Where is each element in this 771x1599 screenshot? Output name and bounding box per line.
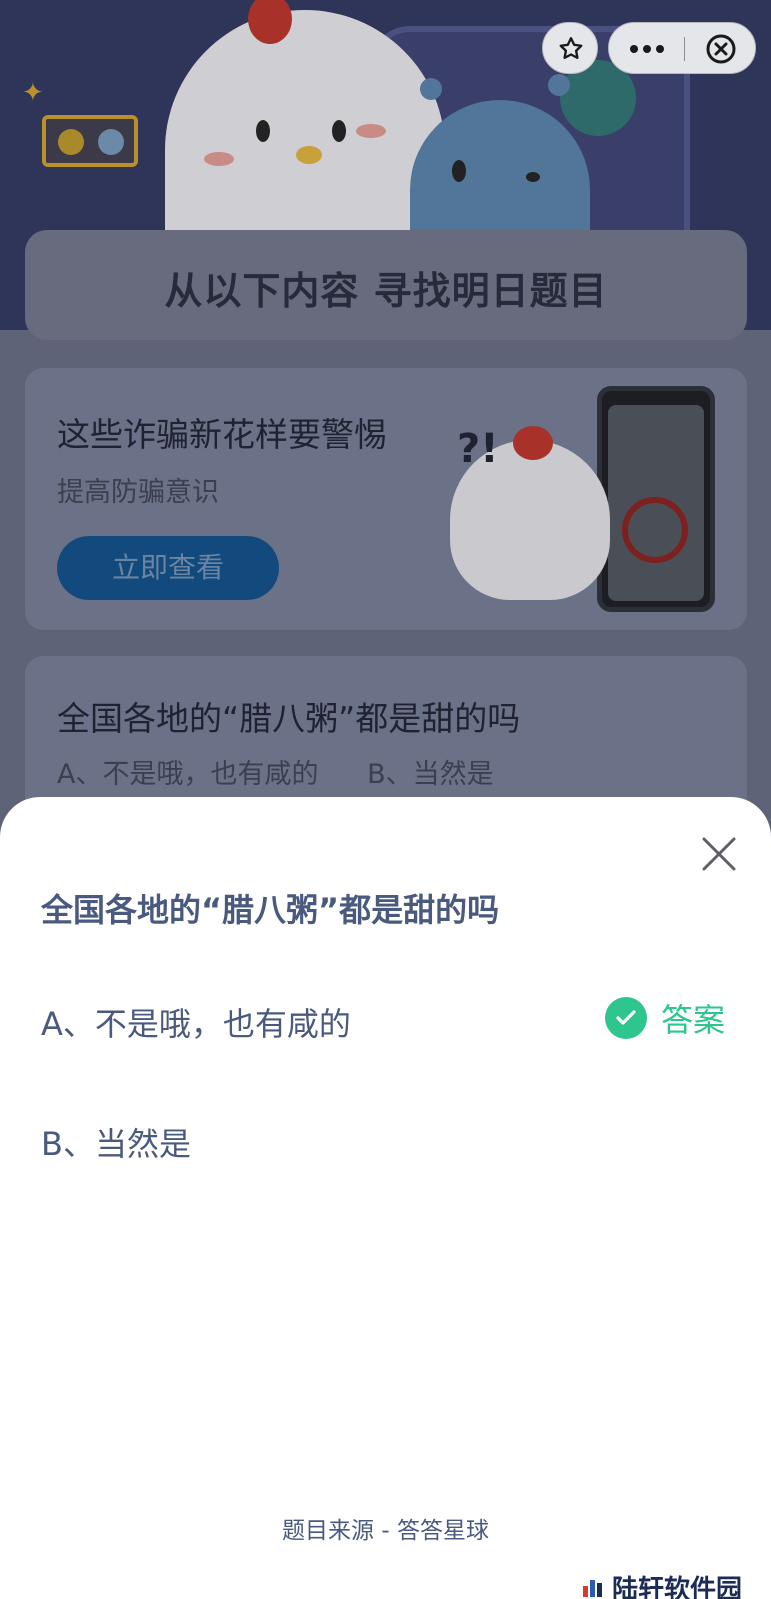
alien-eye	[452, 160, 466, 182]
option-b[interactable]: B、当然是	[41, 1119, 191, 1165]
view-now-button: 立即查看	[57, 536, 279, 600]
question-card-options: A、不是哦，也有咸的 B、当然是	[57, 752, 534, 791]
watermark-logo-icon	[583, 1580, 602, 1597]
more-icon[interactable]	[609, 23, 684, 75]
banner-title: 从以下内容 寻找明日题目	[164, 269, 608, 313]
question-title: 全国各地的“腊八粥”都是甜的吗	[41, 891, 500, 929]
answer-sheet: 全国各地的“腊八粥”都是甜的吗 A、不是哦，也有咸的 答案 B、当然是 题目来源…	[0, 797, 771, 1599]
star-icon	[543, 23, 599, 75]
question-card-title: 全国各地的“腊八粥”都是甜的吗	[57, 699, 521, 738]
close-circle-icon[interactable]	[685, 23, 757, 75]
gold-medal-icon	[58, 129, 84, 155]
question-source: 题目来源 - 答答星球	[282, 1518, 489, 1544]
alien-eye	[526, 172, 540, 182]
no-call-sign-icon	[622, 497, 688, 563]
close-icon[interactable]	[699, 834, 739, 874]
chicken-cheek	[356, 124, 386, 138]
watermark: 陆轩软件园	[580, 1572, 742, 1599]
option-a[interactable]: A、不是哦，也有咸的	[41, 999, 351, 1045]
chicken-beak	[296, 146, 322, 164]
watermark-text: 陆轩软件园	[612, 1574, 743, 1599]
alien-antenna	[548, 74, 570, 96]
question-card-option-b: B、当然是	[367, 759, 494, 790]
chicken-eye	[332, 120, 346, 142]
sparkle-icon: ✦	[22, 78, 44, 108]
phone-illustration	[597, 386, 715, 612]
promo-subtitle: 提高防骗意识	[57, 477, 219, 508]
silver-medal-icon	[98, 129, 124, 155]
favorite-button[interactable]	[542, 22, 598, 74]
promo-card: 这些诈骗新花样要警惕 提高防骗意识 立即查看 ?!	[25, 368, 747, 630]
question-mark-icon: ?!	[457, 426, 499, 472]
check-icon	[605, 997, 647, 1039]
phone-screen	[608, 405, 704, 601]
banner-title-card: 从以下内容 寻找明日题目	[25, 230, 747, 340]
answer-label: 答案	[661, 1001, 726, 1039]
medal-plaque-illustration	[42, 115, 138, 167]
promo-title: 这些诈骗新花样要警惕	[57, 415, 387, 454]
capsule-menu	[608, 22, 756, 74]
alien-antenna	[420, 78, 442, 100]
chicken-comb	[513, 426, 553, 460]
chicken-eye	[256, 120, 270, 142]
answer-badge: 答案	[605, 995, 725, 1041]
chicken-cheek	[204, 152, 234, 166]
question-card-option-a: A、不是哦，也有咸的	[57, 759, 319, 790]
